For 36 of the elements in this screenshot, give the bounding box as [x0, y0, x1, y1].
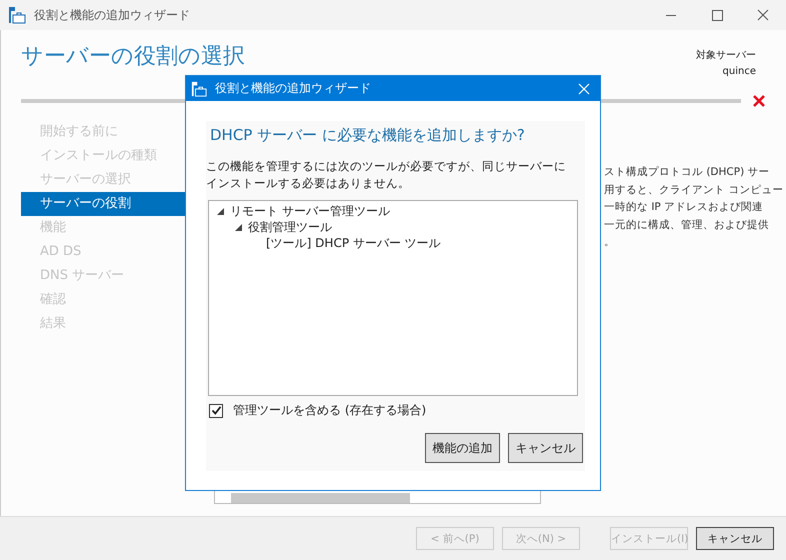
window-title: 役割と機能の追加ウィザード: [34, 6, 190, 24]
checkbox[interactable]: [209, 404, 223, 418]
sidebar-item[interactable]: サーバーの選択: [21, 168, 186, 192]
dialog-title: 役割と機能の追加ウィザード: [215, 80, 371, 97]
sidebar-item[interactable]: 結果: [21, 312, 186, 336]
dialog-heading: DHCP サーバー に必要な機能を追加しますか?: [209, 125, 526, 146]
description-text: スト構成プロトコル (DHCP) サー: [604, 165, 771, 180]
page-title: サーバーの役割の選択: [21, 44, 245, 70]
wizard-button[interactable]: キャンセル: [696, 527, 774, 550]
sidebar-item[interactable]: サーバーの役割: [21, 192, 186, 216]
dialog-message: この機能を管理するには次のツールが必要ですが、同じサーバーにインストールする必要はありません。: [206, 158, 567, 192]
sidebar-item[interactable]: DNS サーバー: [21, 264, 186, 288]
dialog-button[interactable]: キャンセル: [508, 433, 583, 463]
sidebar-item[interactable]: インストールの種類: [21, 144, 186, 168]
sidebar-item[interactable]: 確認: [21, 288, 186, 312]
target-server-label: 対象サーバー: [696, 48, 756, 63]
scrollbar[interactable]: [231, 493, 410, 503]
error-icon: [753, 95, 765, 107]
sidebar-item[interactable]: 開始する前に: [21, 120, 186, 144]
server-toolbox-icon: [191, 80, 207, 96]
tree-item[interactable]: リモート サーバー管理ツール: [230, 202, 390, 220]
close-icon[interactable]: [578, 82, 590, 94]
expanded-triangle-icon[interactable]: [217, 208, 224, 214]
target-server-name: quince: [722, 65, 756, 79]
sidebar-item[interactable]: AD DS: [21, 240, 186, 264]
tree-item[interactable]: 役割管理ツール: [248, 218, 332, 236]
description-text: 一時的な IP アドレスおよび関連: [604, 200, 764, 215]
description-text: 。: [604, 235, 616, 250]
dialog-button[interactable]: 機能の追加: [425, 433, 500, 463]
server-toolbox-icon: [8, 6, 26, 24]
description-text: 用すると、クライアント コンピュー: [604, 182, 784, 198]
sidebar-item[interactable]: 機能: [21, 216, 186, 240]
checkbox-label[interactable]: 管理ツールを含める (存在する場合): [233, 402, 426, 419]
expanded-triangle-icon[interactable]: [235, 224, 242, 230]
description-text: 一元的に構成、管理、および提供: [604, 218, 770, 232]
tree-item[interactable]: [ツール] DHCP サーバー ツール: [266, 234, 441, 252]
